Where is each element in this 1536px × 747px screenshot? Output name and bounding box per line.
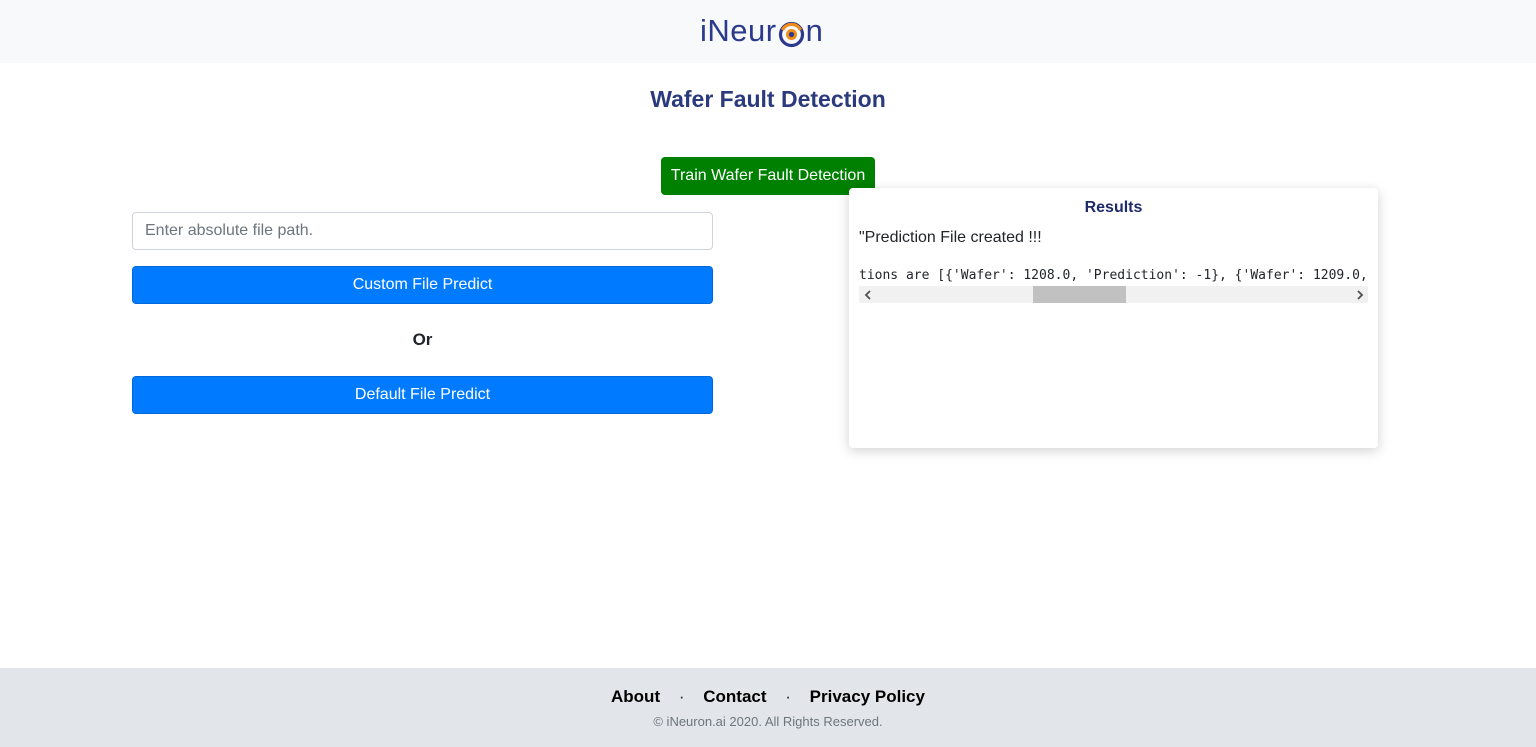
footer-link-about[interactable]: About	[611, 687, 660, 706]
default-file-predict-button[interactable]: Default File Predict	[132, 376, 713, 414]
top-navbar: iNeur n	[0, 0, 1536, 63]
footer-separator: ·	[678, 687, 685, 706]
results-card: Results "Prediction File created !!! tio…	[849, 188, 1378, 448]
train-button[interactable]: Train Wafer Fault Detection	[661, 157, 875, 195]
or-divider-label: Or	[412, 330, 433, 349]
results-horizontal-scrollbar[interactable]	[859, 286, 1368, 303]
results-output: tions are [{'Wafer': 1208.0, 'Prediction…	[859, 268, 1368, 283]
results-title: Results	[1084, 199, 1143, 216]
ineuron-logo[interactable]: iNeur n	[700, 12, 823, 50]
footer: About · Contact · Privacy Policy © iNeur…	[0, 668, 1536, 747]
logo-text-after: n	[805, 13, 824, 48]
footer-separator: ·	[785, 687, 791, 706]
chevron-left-icon[interactable]	[859, 286, 876, 303]
file-path-input[interactable]	[132, 212, 713, 250]
results-message: "Prediction File created !!!	[859, 229, 1042, 246]
footer-link-contact[interactable]: Contact	[703, 687, 766, 706]
copyright-text: © iNeuron.ai 2020. All Rights Reserved.	[653, 714, 883, 729]
scrollbar-thumb[interactable]	[1033, 286, 1126, 303]
logo-text-before: iNeur	[700, 13, 777, 48]
custom-file-predict-button[interactable]: Custom File Predict	[132, 266, 713, 304]
page-title: Wafer Fault Detection	[650, 86, 886, 112]
chevron-right-icon[interactable]	[1351, 286, 1368, 303]
footer-link-privacy-policy[interactable]: Privacy Policy	[810, 687, 925, 706]
ineuron-o-icon	[778, 20, 805, 47]
footer-links: About · Contact · Privacy Policy	[0, 687, 1536, 707]
